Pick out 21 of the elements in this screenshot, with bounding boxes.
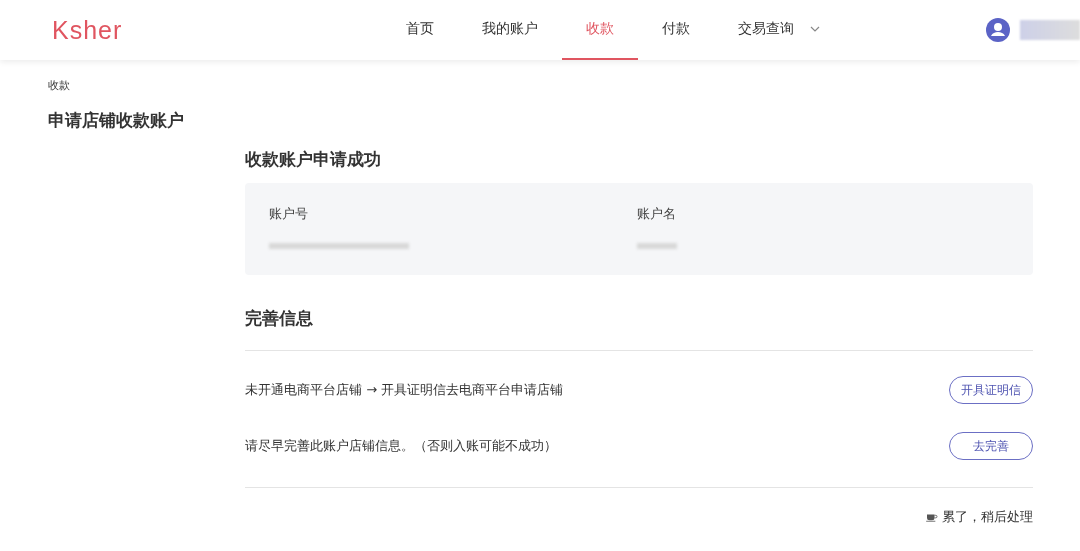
avatar-icon[interactable] [986,18,1010,42]
info-text: 未开通电商平台店铺 → 开具证明信去电商平台申请店铺 [245,381,564,399]
page-title: 申请店铺收款账户 [48,109,185,132]
later-link[interactable]: 累了，稍后处理 [942,508,1033,526]
nav-tab[interactable]: 我的账户 [458,0,562,60]
blurred-username [1020,20,1080,40]
nav-tab[interactable]: 收款 [562,0,638,60]
nav-tab[interactable]: 付款 [638,0,714,60]
field-label: 账户名 [637,205,677,223]
action-button[interactable]: 去完善 [949,432,1033,460]
info-text: 请尽早完善此账户店铺信息。（否则入账可能不成功） [245,437,557,455]
blurred-value [637,243,677,249]
nav-tab[interactable]: 首页 [382,0,458,60]
breadcrumb[interactable]: 收款 [48,78,1080,93]
section-title: 完善信息 [245,307,314,330]
coffee-cup-icon [926,512,938,522]
action-button[interactable]: 开具证明信 [949,376,1033,404]
section-title: 收款账户申请成功 [245,148,382,171]
logo[interactable]: Ksher [52,15,382,45]
nav-tab[interactable]: 交易查询 [714,0,844,60]
field-label: 账户号 [269,205,309,223]
